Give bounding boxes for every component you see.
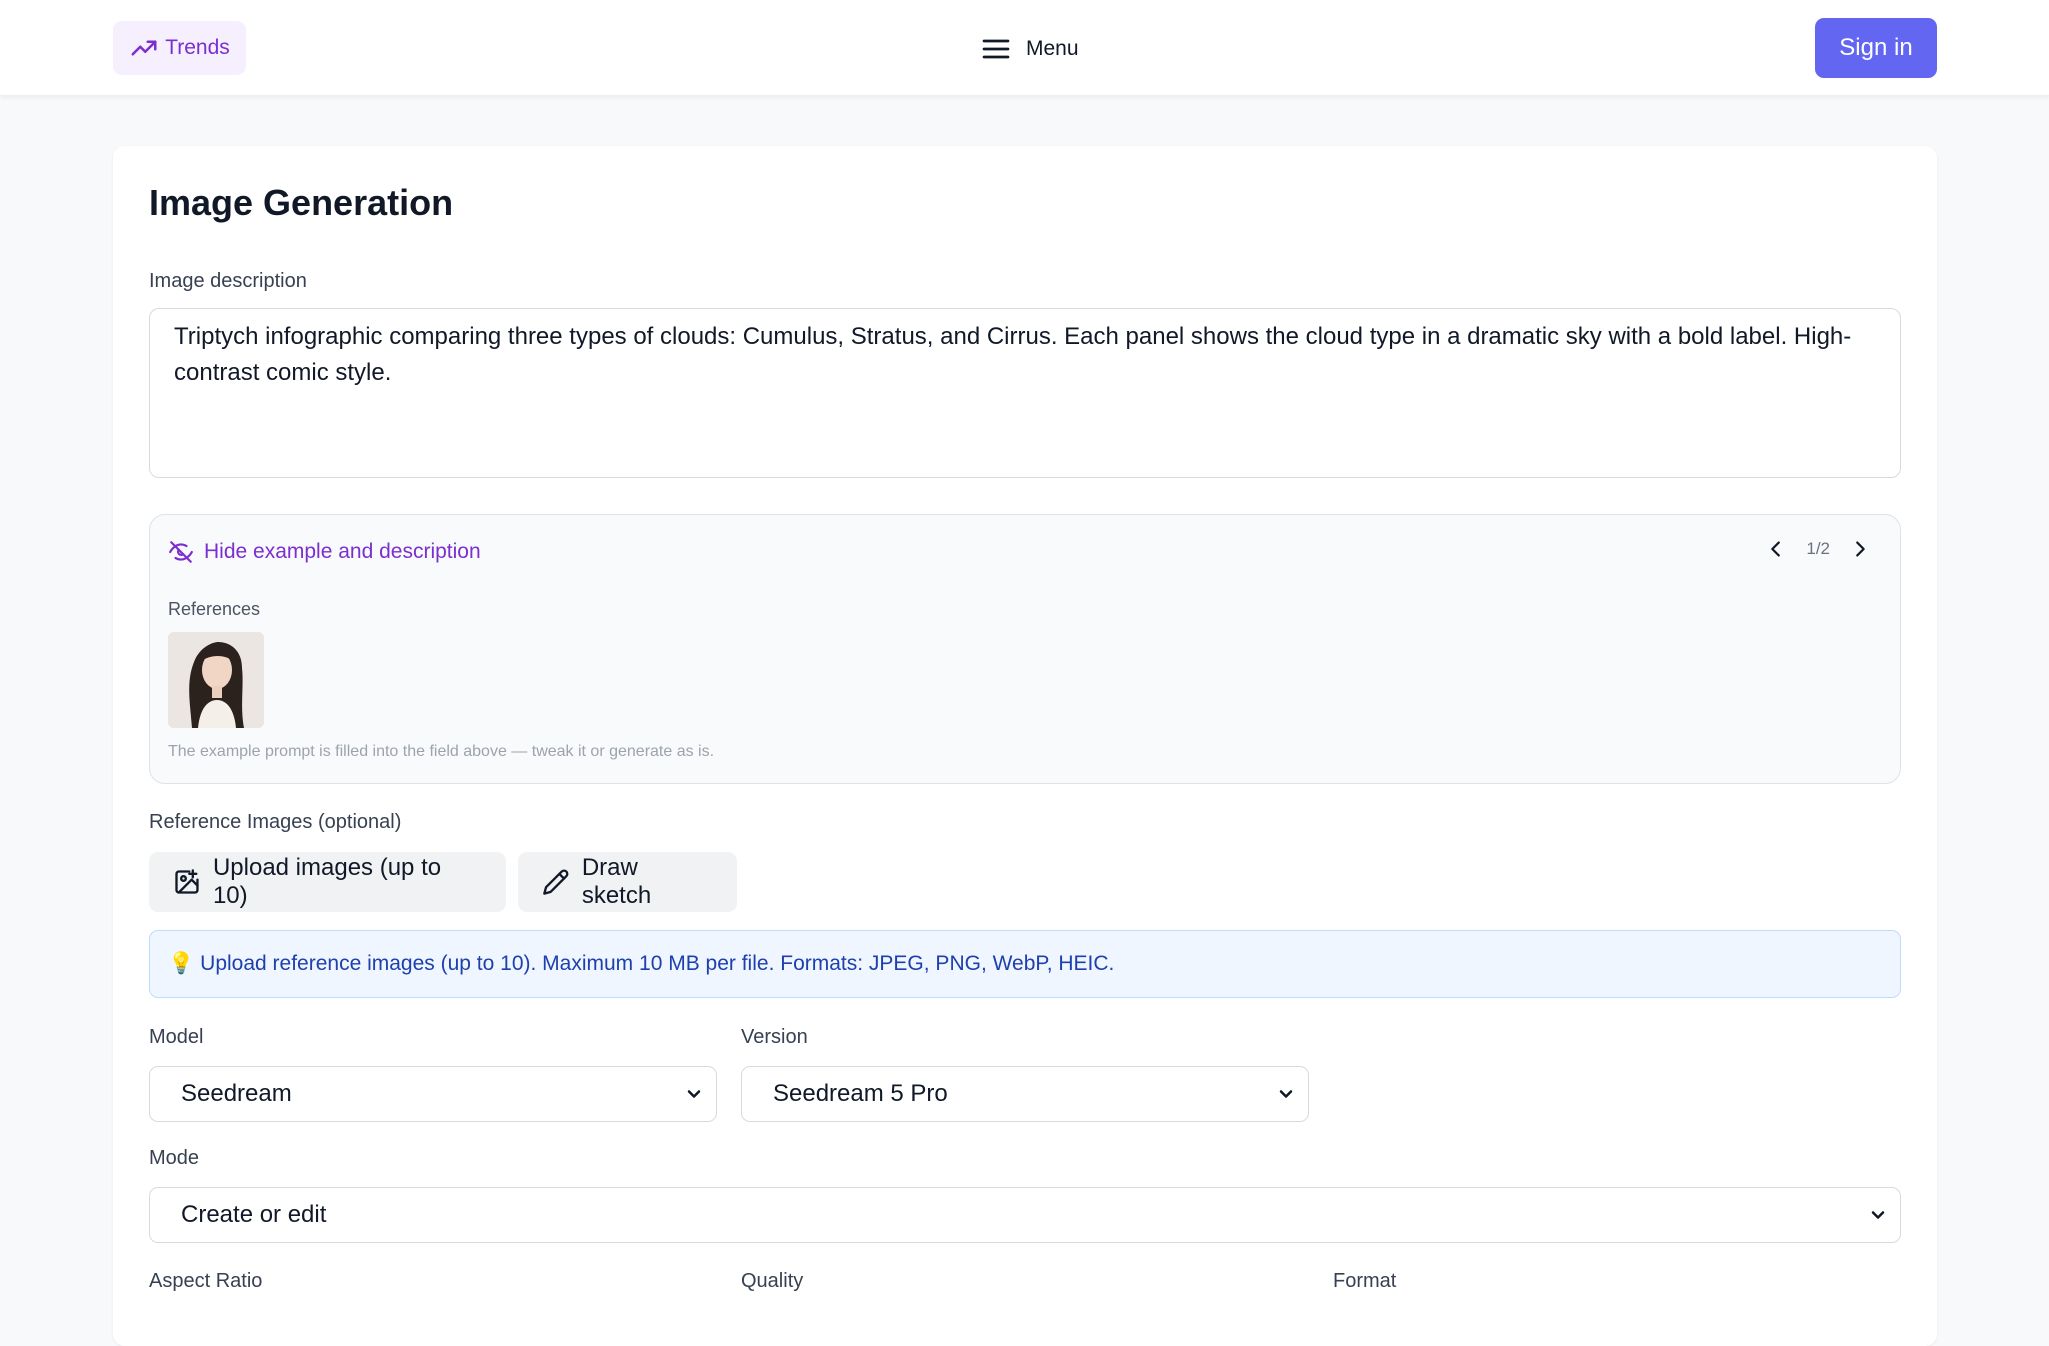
prompt-label: Image description — [149, 270, 307, 292]
pager-next-button[interactable] — [1848, 537, 1872, 561]
menu-button[interactable]: Menu — [980, 28, 1079, 70]
hide-example-toggle[interactable]: Hide example and description — [168, 539, 481, 565]
upload-info-text: Upload reference images (up to 10). Maxi… — [200, 952, 1115, 975]
example-note: The example prompt is filled into the fi… — [168, 743, 715, 760]
lightbulb-icon: 💡 — [168, 952, 195, 975]
pencil-icon — [543, 869, 569, 895]
prompt-textarea[interactable]: Triptych infographic comparing three typ… — [149, 308, 1901, 478]
example-pager: 1/2 — [1764, 537, 1872, 561]
upload-images-label: Upload images (up to 10) — [212, 854, 442, 909]
reference-thumbnail[interactable] — [168, 632, 264, 728]
example-panel: Hide example and description 1/2 Referen… — [149, 514, 1901, 784]
model-label: Model — [149, 1026, 204, 1048]
version-label: Version — [741, 1026, 808, 1048]
trends-label: Trends — [165, 36, 230, 59]
chevron-left-icon — [1771, 541, 1781, 557]
model-select-value: Seedream — [181, 1080, 292, 1107]
version-select[interactable]: Seedream 5 Pro — [741, 1066, 1309, 1122]
references-label: References — [168, 599, 261, 619]
version-select-value: Seedream 5 Pro — [773, 1080, 948, 1107]
image-plus-icon — [175, 869, 199, 894]
portrait-image — [168, 632, 264, 728]
hide-example-label: Hide example and description — [204, 540, 481, 563]
draw-sketch-label: Draw sketch — [581, 854, 652, 909]
chevron-right-icon — [1856, 541, 1865, 557]
trends-button[interactable]: Trends — [113, 21, 246, 75]
chevron-down-icon — [1871, 1211, 1885, 1219]
page-title: Image Generation — [149, 182, 454, 223]
mode-select-value: Create or edit — [181, 1201, 327, 1228]
trending-up-icon — [131, 40, 157, 56]
image-generation-card: Image Generation Image description Tript… — [113, 146, 1937, 1346]
mode-label: Mode — [149, 1147, 200, 1169]
chevron-down-icon — [1279, 1090, 1293, 1098]
upload-images-button[interactable]: Upload images (up to 10) — [149, 852, 506, 912]
hamburger-icon — [982, 39, 1010, 59]
upload-info-box: 💡 Upload reference images (up to 10). Ma… — [149, 930, 1901, 998]
sign-in-button[interactable]: Sign in — [1815, 18, 1937, 78]
pager-prev-button[interactable] — [1764, 537, 1788, 561]
draw-sketch-button[interactable]: Draw sketch — [518, 852, 737, 912]
model-select[interactable]: Seedream — [149, 1066, 717, 1122]
menu-label: Menu — [1026, 37, 1079, 60]
top-header: Trends Menu Sign in — [0, 0, 2049, 96]
chevron-down-icon — [687, 1090, 701, 1098]
eye-off-icon — [169, 541, 193, 563]
pager-indicator: 1/2 — [1806, 539, 1830, 558]
mode-select[interactable]: Create or edit — [149, 1187, 1901, 1243]
reference-images-label: Reference Images (optional) — [149, 811, 402, 833]
